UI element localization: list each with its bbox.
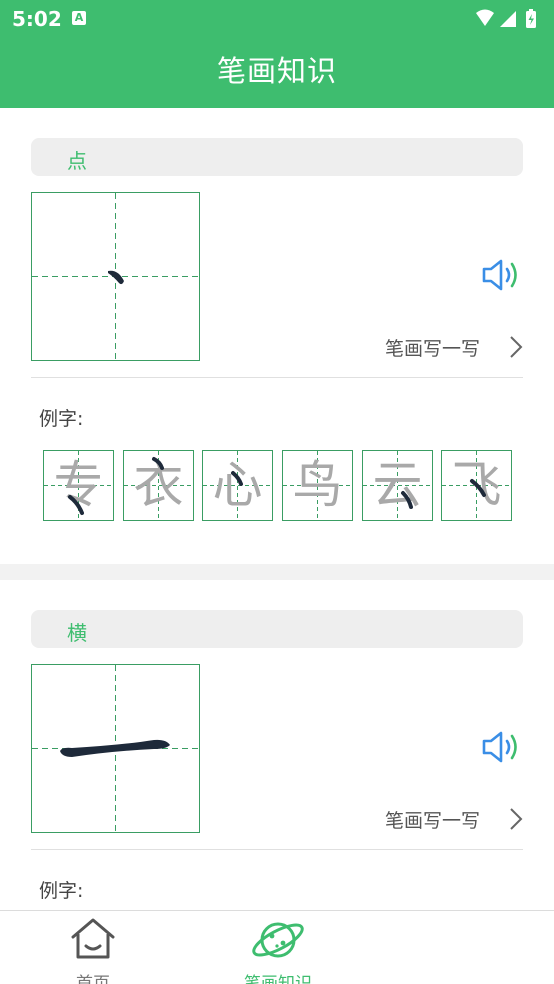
stroke-card-heng: 横 笔画写一写 例字: bbox=[0, 580, 554, 910]
nav-label-home: 首页 bbox=[76, 974, 110, 984]
divider bbox=[31, 377, 523, 378]
stroke-highlight bbox=[231, 471, 243, 486]
bottom-navigation: 首页 笔画知识 bbox=[0, 910, 554, 984]
stroke-list[interactable]: 点 笔画写一写 例字: 专 衣 心 鸟 云 飞 横 笔画写一写 例字: bbox=[0, 108, 554, 910]
speaker-icon[interactable] bbox=[480, 255, 526, 295]
stroke-card-dian: 点 笔画写一写 例字: 专 衣 心 鸟 云 飞 bbox=[0, 108, 554, 564]
system-status-icons bbox=[476, 9, 536, 28]
stroke-highlight bbox=[68, 495, 84, 515]
notification-icon: A bbox=[72, 11, 86, 25]
stroke-demo-canvas bbox=[32, 193, 199, 360]
stroke-glyph-dian bbox=[108, 270, 124, 285]
stroke-name: 横 bbox=[67, 621, 87, 645]
home-icon bbox=[71, 918, 115, 959]
practice-label: 笔画写一写 bbox=[385, 338, 481, 360]
example-char: 鸟 bbox=[292, 456, 343, 514]
battery-icon bbox=[526, 9, 536, 28]
divider bbox=[31, 849, 523, 850]
app-header: 5:02 A 笔画知识 bbox=[0, 0, 554, 108]
practice-label: 笔画写一写 bbox=[385, 810, 481, 832]
example-char-cell[interactable]: 云 bbox=[362, 450, 433, 521]
example-char-cell[interactable]: 鸟 bbox=[282, 450, 353, 521]
signal-icon bbox=[500, 11, 516, 27]
example-char-cell[interactable]: 衣 bbox=[123, 450, 194, 521]
stroke-highlight bbox=[401, 491, 413, 509]
example-label: 例字: bbox=[39, 408, 84, 430]
example-char-cell[interactable]: 心 bbox=[202, 450, 273, 521]
stroke-highlight bbox=[152, 457, 164, 470]
page-title: 笔画知识 bbox=[216, 54, 337, 88]
example-chars: 专 衣 心 鸟 云 飞 bbox=[43, 450, 513, 522]
stroke-demo-grid[interactable] bbox=[31, 192, 200, 361]
chevron-right-icon bbox=[510, 808, 523, 830]
stroke-name-bar: 横 bbox=[31, 610, 523, 648]
app-screen: 5:02 A 笔画知识 点 笔画写一写 例字: 专 衣 心 鸟 云 飞 横 笔画… bbox=[0, 0, 554, 984]
speaker-icon[interactable] bbox=[480, 727, 526, 767]
stroke-glyph-heng bbox=[60, 739, 170, 757]
stroke-name: 点 bbox=[67, 149, 87, 173]
status-bar: 5:02 A bbox=[0, 0, 554, 38]
stroke-demo-canvas bbox=[32, 665, 199, 832]
stroke-demo-grid[interactable] bbox=[31, 664, 200, 833]
nav-label-stroke-knowledge: 笔画知识 bbox=[244, 974, 312, 984]
planet-icon bbox=[252, 922, 304, 958]
stroke-name-bar: 点 bbox=[31, 138, 523, 176]
example-char-cell[interactable]: 专 bbox=[43, 450, 114, 521]
chevron-right-icon bbox=[510, 336, 523, 358]
status-time: 5:02 bbox=[12, 7, 62, 31]
stroke-highlight bbox=[470, 479, 486, 497]
wifi-icon bbox=[476, 9, 494, 26]
example-char-cell[interactable]: 飞 bbox=[441, 450, 512, 521]
example-label: 例字: bbox=[39, 880, 84, 902]
